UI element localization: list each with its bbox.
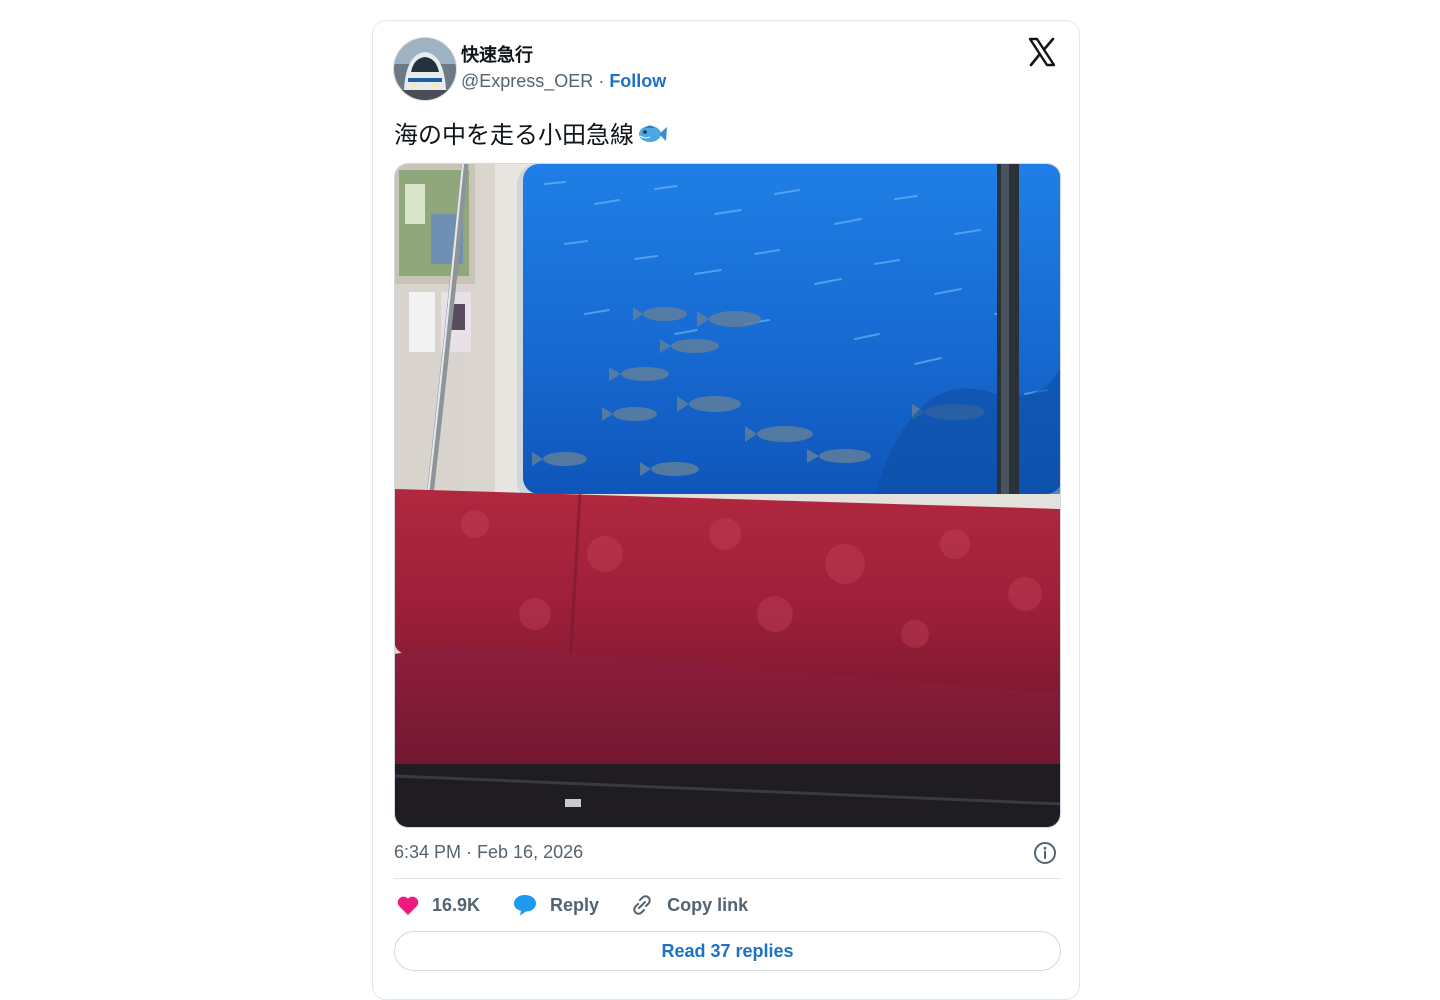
like-button[interactable]: 16.9K (396, 894, 480, 916)
reply-label: Reply (550, 894, 600, 915)
display-name[interactable]: 快速急行 (461, 41, 533, 67)
follow-button[interactable]: Follow (609, 71, 666, 91)
copy-link-button[interactable]: Copy link (629, 893, 748, 917)
tweet-text: 海の中を走る小田急線 (394, 115, 668, 150)
tweet-embed-card: 快速急行 @Express_OER · Follow 海の中を走る小田急線 6:… (372, 20, 1080, 1000)
handle-row: @Express_OER · Follow (461, 71, 666, 92)
speech-bubble-icon (514, 895, 537, 916)
tweet-timestamp[interactable]: 6:34 PM · Feb 16, 2026 (394, 842, 583, 863)
like-count: 16.9K (432, 894, 481, 915)
heart-icon (397, 896, 419, 915)
copy-link-label: Copy link (667, 894, 749, 915)
reply-button[interactable]: Reply (512, 893, 599, 917)
x-logo-icon[interactable] (1027, 37, 1057, 67)
action-bar: 16.9K Reply Copy link (396, 891, 748, 919)
info-icon[interactable] (1033, 841, 1057, 865)
tweet-body: 海の中を走る小田急線 (394, 121, 634, 149)
train-avatar-image (394, 38, 456, 100)
divider (394, 878, 1061, 879)
read-replies-button[interactable]: Read 37 replies (394, 931, 1061, 971)
avatar[interactable] (393, 37, 457, 101)
train-aquarium-photo (395, 164, 1060, 827)
handle[interactable]: @Express_OER (461, 71, 593, 91)
fish-icon (639, 125, 667, 142)
link-icon (633, 895, 651, 915)
separator: · (593, 71, 610, 91)
tweet-photo[interactable] (394, 163, 1061, 828)
